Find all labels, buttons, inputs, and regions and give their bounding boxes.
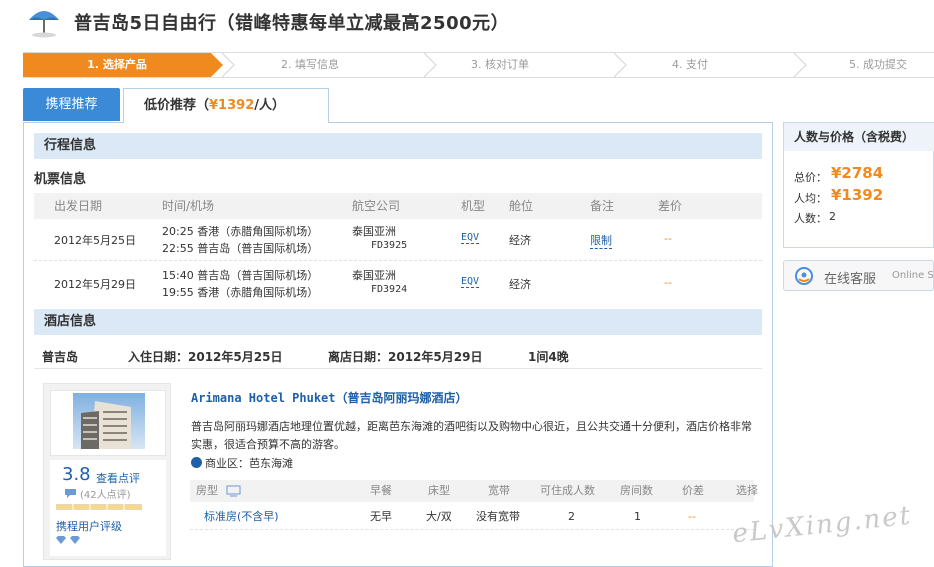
room-count: 1 <box>634 510 641 523</box>
aircraft-link[interactable]: EQV <box>461 232 480 244</box>
hotel-stay-summary: 普吉岛 入住日期：2012年5月25日 离店日期：2012年5月29日 1间4晚 <box>42 345 762 367</box>
step-3: 3. 核对订单 <box>471 58 529 71</box>
tab-low-price-unit: /人） <box>254 98 285 113</box>
aircraft-link[interactable]: EQV <box>461 276 480 288</box>
tab-low-price-label: 低价推荐（ <box>144 98 210 113</box>
room-nights: 1间4晚 <box>528 350 569 364</box>
airline-name: 泰国亚洲 <box>352 225 396 238</box>
hotel-building-image <box>73 393 145 449</box>
table-row: 标准房(不含早) 无早 大/双 没有宽带 2 1 -- <box>190 504 754 530</box>
per-person-price: ¥1392 <box>831 186 884 204</box>
airline-name: 泰国亚洲 <box>352 269 396 282</box>
page-title: 普吉岛5日自由行（错峰特惠每单立减最高2500元） <box>74 13 510 34</box>
column-header: 出发日期 <box>54 199 103 213</box>
tab-low-price[interactable]: 低价推荐（¥1392/人） <box>123 88 329 123</box>
step-chevron-icon <box>221 53 235 77</box>
flight-segment: 22:55 普吉岛（普吉国际机场） <box>162 242 319 255</box>
step-5: 5. 成功提交 <box>849 58 907 71</box>
online-service-button[interactable]: 在线客服 Online Se <box>783 260 934 291</box>
hotel-area-label: 商业区：芭东海滩 <box>205 457 293 470</box>
room-broadband: 没有宽带 <box>476 510 520 523</box>
itinerary-section-title: 行程信息 <box>34 133 762 159</box>
column-header: 价差 <box>682 484 704 497</box>
column-header: 房型 <box>196 484 218 497</box>
price-panel-title: 人数与价格（含税费） <box>784 123 934 151</box>
table-row: 2012年5月29日 15:40 普吉岛（普吉国际机场） 19:55 香港（赤腊… <box>34 263 762 305</box>
hotel-card: 3.8 查看点评 (42人点评) 携程用户评级 <box>43 383 171 560</box>
column-header: 可住成人数 <box>540 484 595 497</box>
page-header: 普吉岛5日自由行（错峰特惠每单立减最高2500元） <box>26 4 509 40</box>
price-diff: -- <box>664 276 672 289</box>
comment-icon <box>65 489 76 498</box>
flight-number: FD3925 <box>371 240 408 251</box>
room-type-link[interactable]: 标准房(不含早) <box>204 504 279 530</box>
step-1: 1. 选择产品 <box>23 53 223 77</box>
checkout-date: 离店日期：2012年5月29日 <box>328 350 483 364</box>
flight-section-title: 机票信息 <box>34 172 87 187</box>
see-comments-link[interactable]: 查看点评 <box>96 470 140 486</box>
table-row: 2012年5月25日 20:25 香港（赤腊角国际机场） 22:55 普吉岛（普… <box>34 219 762 261</box>
column-header: 备注 <box>590 199 615 213</box>
room-table-header: 房型 早餐 床型 宽带 可住成人数 房间数 价差 选择 <box>190 480 758 502</box>
people-count: 2 <box>829 210 836 223</box>
hotel-photo[interactable] <box>50 390 166 456</box>
column-header: 差价 <box>658 199 683 213</box>
per-person-label: 人均： <box>794 192 827 205</box>
total-label: 总价： <box>794 171 827 184</box>
column-header: 早餐 <box>370 484 392 497</box>
hotel-name-link[interactable]: Arimana Hotel Phuket（普吉岛阿丽玛娜酒店） <box>191 389 468 406</box>
cabin-class: 经济 <box>509 278 531 291</box>
umbrella-icon <box>29 11 59 38</box>
flight-segment: 20:25 香港（赤腊角国际机场） <box>162 225 319 238</box>
hotel-description: 普吉岛阿丽玛娜酒店地理位置优越，距离芭东海滩的酒吧街以及购物中心很近，且公共交通… <box>191 420 752 451</box>
room-adults: 2 <box>568 510 575 523</box>
restriction-link[interactable]: 限制 <box>590 232 612 249</box>
column-header: 时间/机场 <box>162 199 215 213</box>
column-header: 宽带 <box>488 484 510 497</box>
online-service-label: 在线客服 <box>824 272 877 287</box>
step-2: 2. 填写信息 <box>281 58 339 71</box>
location-pin-icon <box>191 457 202 468</box>
main-panel: 行程信息 机票信息 出发日期 时间/机场 航空公司 机型 舱位 备注 差价 20… <box>23 122 773 567</box>
comment-count: (42人点评) <box>80 490 131 501</box>
room-info-icon[interactable] <box>226 485 241 497</box>
hotel-section-title: 酒店信息 <box>34 309 762 335</box>
diamond-rating-icon <box>56 536 80 544</box>
progress-steps: 1. 选择产品 2. 填写信息 3. 核对订单 4. 支付 5. 成功提交 <box>23 52 934 78</box>
room-breakfast: 无早 <box>370 510 392 523</box>
hotel-city: 普吉岛 <box>42 350 79 364</box>
column-header: 床型 <box>428 484 450 497</box>
headset-icon <box>795 267 813 285</box>
rating-box: 3.8 查看点评 (42人点评) 携程用户评级 <box>50 460 166 556</box>
divider <box>34 368 762 369</box>
column-header: 航空公司 <box>352 199 401 213</box>
column-header: 选择 <box>736 484 758 497</box>
people-count-label: 人数： <box>794 212 827 225</box>
flight-number: FD3924 <box>371 284 408 295</box>
column-header: 机型 <box>461 199 486 213</box>
rating-label: 携程用户评级 <box>56 520 122 533</box>
total-price: ¥2784 <box>831 164 884 182</box>
flight-date: 2012年5月25日 <box>54 234 136 247</box>
price-diff: -- <box>688 510 696 523</box>
flight-segment: 19:55 香港（赤腊角国际机场） <box>162 286 319 299</box>
flight-table-header: 出发日期 时间/机场 航空公司 机型 舱位 备注 差价 <box>34 193 762 219</box>
checkin-date: 入住日期：2012年5月25日 <box>128 350 283 364</box>
column-header: 舱位 <box>509 199 534 213</box>
hotel-score: 3.8 <box>62 464 91 485</box>
tab-low-price-amount: ¥1392 <box>209 98 255 113</box>
step-4: 4. 支付 <box>672 58 708 71</box>
price-panel: 人数与价格（含税费） 总价： ¥2784 人均： ¥1392 人数： 2 <box>783 122 934 248</box>
flight-date: 2012年5月29日 <box>54 278 136 291</box>
tab-ctrip-recommend[interactable]: 携程推荐 <box>23 88 120 121</box>
online-service-sub: Online Se <box>892 270 934 281</box>
rating-bar <box>56 504 142 510</box>
hotel-area: 商业区：芭东海滩 <box>191 455 293 471</box>
flight-segment: 15:40 普吉岛（普吉国际机场） <box>162 269 319 282</box>
column-header: 房间数 <box>620 484 653 497</box>
cabin-class: 经济 <box>509 234 531 247</box>
price-diff: -- <box>664 232 672 245</box>
room-bed: 大/双 <box>426 510 452 523</box>
